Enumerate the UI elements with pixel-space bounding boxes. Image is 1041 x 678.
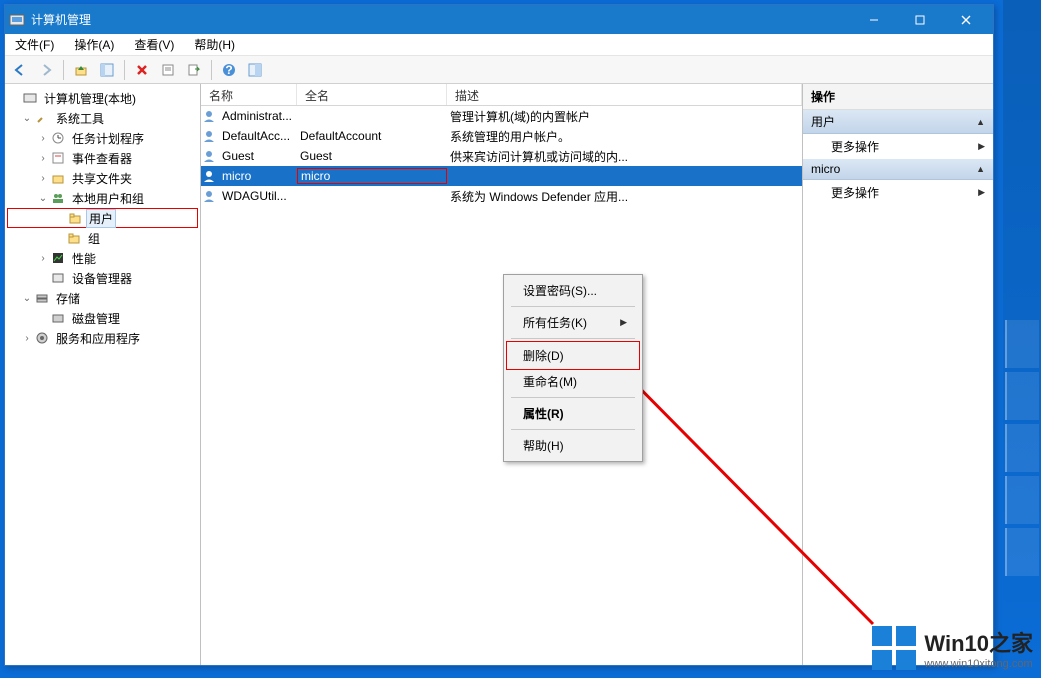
taskbar-item[interactable] bbox=[1005, 372, 1039, 420]
list-row[interactable]: Administrat... 管理计算机(域)的内置帐户 bbox=[201, 106, 802, 126]
list-row[interactable]: Guest Guest 供来宾访问计算机或访问域的内... bbox=[201, 146, 802, 166]
action-section-micro[interactable]: micro▲ bbox=[803, 159, 993, 180]
action-more-1[interactable]: 更多操作▶ bbox=[803, 134, 993, 159]
chevron-up-icon: ▲ bbox=[976, 117, 985, 127]
nav-tree[interactable]: 计算机管理(本地) ⌄系统工具 ›任务计划程序 ›事件查看器 ›共享文件夹 ⌄本… bbox=[5, 84, 201, 665]
storage-icon bbox=[34, 290, 50, 306]
folder-icon bbox=[66, 230, 82, 246]
list-row[interactable]: DefaultAcc... DefaultAccount 系统管理的用户帐户。 bbox=[201, 126, 802, 146]
actions-pane: 操作 用户▲ 更多操作▶ micro▲ 更多操作▶ bbox=[803, 84, 993, 665]
users-icon bbox=[50, 190, 66, 206]
watermark-url: www.win10xitong.com bbox=[924, 658, 1033, 670]
forward-button[interactable] bbox=[35, 59, 57, 81]
desktop-taskbar-edge bbox=[1003, 0, 1041, 678]
user-icon bbox=[201, 168, 217, 184]
ctx-help[interactable]: 帮助(H) bbox=[507, 433, 639, 458]
tree-root[interactable]: 计算机管理(本地) bbox=[7, 88, 198, 108]
svg-text:?: ? bbox=[225, 63, 232, 77]
disk-icon bbox=[50, 310, 66, 326]
action-section-users[interactable]: 用户▲ bbox=[803, 110, 993, 134]
computer-icon bbox=[22, 90, 38, 106]
col-description[interactable]: 描述 bbox=[447, 84, 802, 105]
menubar: 文件(F) 操作(A) 查看(V) 帮助(H) bbox=[5, 34, 993, 56]
tree-shared-folders[interactable]: ›共享文件夹 bbox=[7, 168, 198, 188]
show-hide-tree-button[interactable] bbox=[96, 59, 118, 81]
properties-button[interactable] bbox=[157, 59, 179, 81]
tree-task-scheduler[interactable]: ›任务计划程序 bbox=[7, 128, 198, 148]
window-title: 计算机管理 bbox=[31, 11, 851, 28]
ctx-properties[interactable]: 属性(R) bbox=[507, 401, 639, 426]
tree-device-manager[interactable]: 设备管理器 bbox=[7, 268, 198, 288]
folder-icon bbox=[67, 210, 83, 226]
user-icon bbox=[201, 188, 217, 204]
export-button[interactable] bbox=[183, 59, 205, 81]
ctx-delete[interactable]: 删除(D) bbox=[506, 341, 640, 370]
list-header[interactable]: 名称 全名 描述 bbox=[201, 84, 802, 106]
chevron-right-icon: ▶ bbox=[978, 187, 985, 198]
chevron-up-icon: ▲ bbox=[976, 164, 985, 174]
context-menu: 设置密码(S)... 所有任务(K)▶ 删除(D) 重命名(M) 属性(R) 帮… bbox=[503, 274, 643, 462]
action-more-2[interactable]: 更多操作▶ bbox=[803, 180, 993, 205]
windows-logo-icon bbox=[872, 626, 916, 670]
user-list[interactable]: 名称 全名 描述 Administrat... 管理计算机(域)的内置帐户 De… bbox=[201, 84, 802, 665]
ctx-all-tasks[interactable]: 所有任务(K)▶ bbox=[507, 310, 639, 335]
tree-performance[interactable]: ›性能 bbox=[7, 248, 198, 268]
user-icon bbox=[201, 128, 217, 144]
taskbar-item[interactable] bbox=[1005, 528, 1039, 576]
tree-event-viewer[interactable]: ›事件查看器 bbox=[7, 148, 198, 168]
actions-header: 操作 bbox=[803, 84, 993, 110]
watermark-title: Win10之家 bbox=[924, 626, 1033, 658]
close-button[interactable] bbox=[943, 5, 989, 34]
mmc-window: 计算机管理 文件(F) 操作(A) 查看(V) 帮助(H) ? 计算机管理(本地… bbox=[4, 4, 994, 666]
list-row[interactable]: WDAGUtil... 系统为 Windows Defender 应用... bbox=[201, 186, 802, 206]
perf-icon bbox=[50, 250, 66, 266]
col-name[interactable]: 名称 bbox=[201, 84, 297, 105]
menu-file[interactable]: 文件(F) bbox=[11, 34, 58, 55]
up-folder-button[interactable] bbox=[70, 59, 92, 81]
share-icon bbox=[50, 170, 66, 186]
watermark: Win10之家 www.win10xitong.com bbox=[872, 626, 1033, 670]
tree-disk-management[interactable]: 磁盘管理 bbox=[7, 308, 198, 328]
help-button[interactable]: ? bbox=[218, 59, 240, 81]
chevron-right-icon: ▶ bbox=[978, 141, 985, 152]
device-icon bbox=[50, 270, 66, 286]
col-fullname[interactable]: 全名 bbox=[297, 84, 447, 105]
maximize-button[interactable] bbox=[897, 5, 943, 34]
user-icon bbox=[201, 108, 217, 124]
delete-button[interactable] bbox=[131, 59, 153, 81]
tree-storage[interactable]: ⌄存储 bbox=[7, 288, 198, 308]
titlebar[interactable]: 计算机管理 bbox=[5, 5, 993, 34]
app-icon bbox=[9, 12, 25, 28]
services-icon bbox=[34, 330, 50, 346]
tree-system-tools[interactable]: ⌄系统工具 bbox=[7, 108, 198, 128]
menu-view[interactable]: 查看(V) bbox=[130, 34, 178, 55]
tree-services-apps[interactable]: ›服务和应用程序 bbox=[7, 328, 198, 348]
user-icon bbox=[201, 148, 217, 164]
menu-action[interactable]: 操作(A) bbox=[70, 34, 118, 55]
chevron-right-icon: ▶ bbox=[620, 317, 627, 328]
list-row-selected[interactable]: micro micro bbox=[201, 166, 802, 186]
taskbar-item[interactable] bbox=[1005, 476, 1039, 524]
taskbar-item[interactable] bbox=[1005, 424, 1039, 472]
tree-local-users-groups[interactable]: ⌄本地用户和组 bbox=[7, 188, 198, 208]
ctx-rename[interactable]: 重命名(M) bbox=[507, 369, 639, 394]
clock-icon bbox=[50, 130, 66, 146]
toolbar: ? bbox=[5, 56, 993, 84]
minimize-button[interactable] bbox=[851, 5, 897, 34]
ctx-set-password[interactable]: 设置密码(S)... bbox=[507, 278, 639, 303]
taskbar-item[interactable] bbox=[1005, 320, 1039, 368]
refresh-button[interactable] bbox=[244, 59, 266, 81]
tree-groups[interactable]: 组 bbox=[7, 228, 198, 248]
menu-help[interactable]: 帮助(H) bbox=[190, 34, 239, 55]
tree-users[interactable]: 用户 bbox=[7, 208, 198, 228]
back-button[interactable] bbox=[9, 59, 31, 81]
event-icon bbox=[50, 150, 66, 166]
tools-icon bbox=[34, 110, 50, 126]
